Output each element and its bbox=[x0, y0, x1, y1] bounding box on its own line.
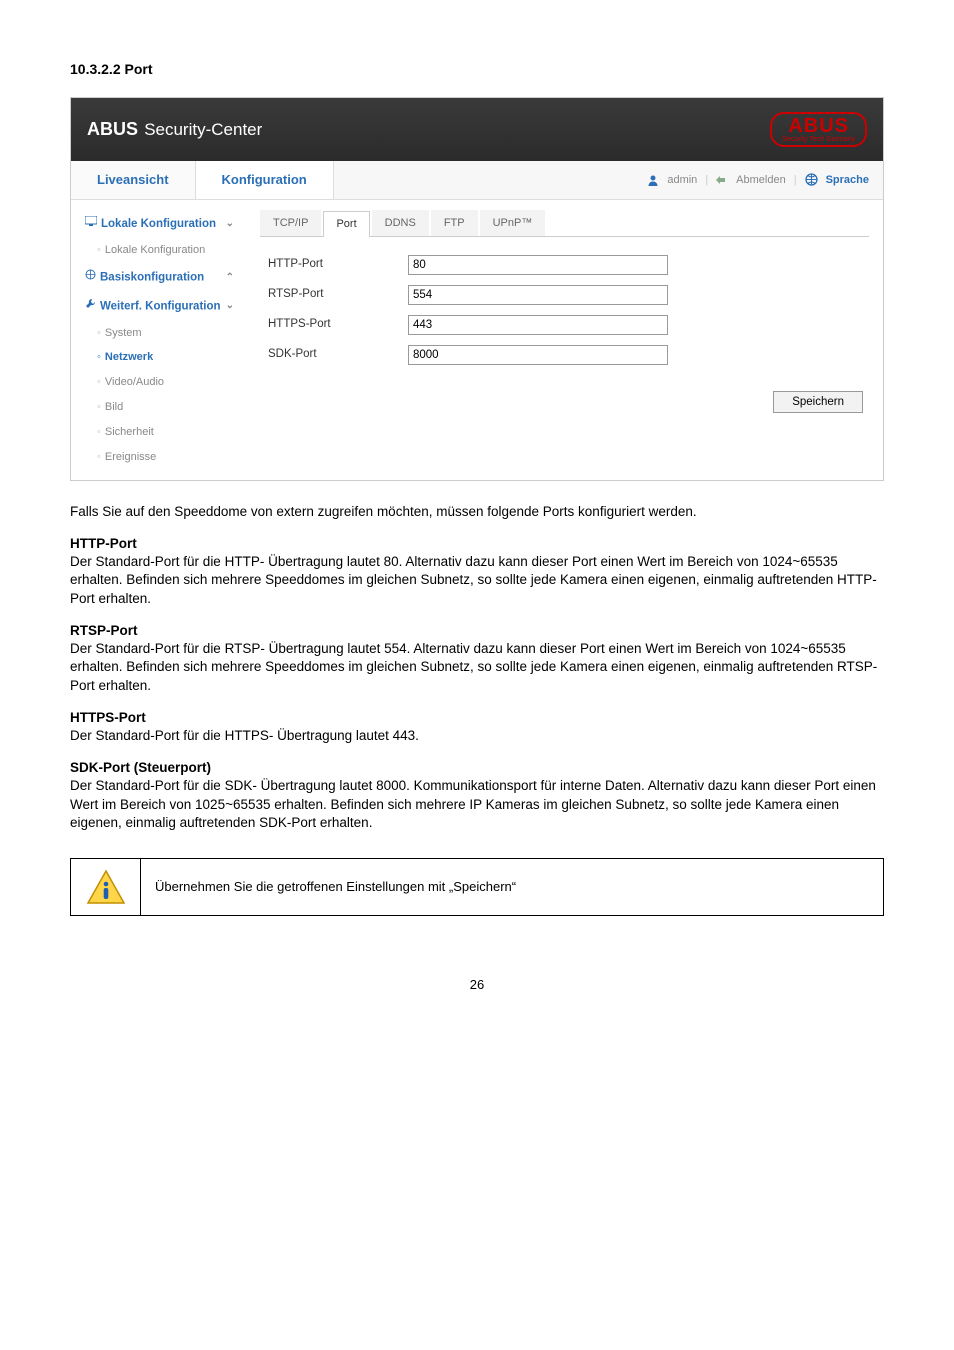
doc-intro: Falls Sie auf den Speeddome von extern z… bbox=[70, 503, 884, 521]
label-https-port: HTTPS-Port bbox=[268, 317, 408, 333]
save-button[interactable]: Speichern bbox=[773, 391, 863, 413]
sidebar-group-label: Basiskonfiguration bbox=[100, 271, 204, 283]
main-panel: TCP/IP Port DDNS FTP UPnP™ HTTP-Port RTS… bbox=[246, 200, 883, 480]
info-icon-cell bbox=[71, 859, 141, 915]
input-http-port[interactable] bbox=[408, 255, 668, 275]
sidebar-item-label: Ereignisse bbox=[105, 451, 156, 463]
input-https-port[interactable] bbox=[408, 315, 668, 335]
language-link[interactable]: Sprache bbox=[826, 173, 869, 188]
chevron-up-icon: ⌃ bbox=[226, 271, 234, 285]
nav-row: Liveansicht Konfiguration admin | Abmeld… bbox=[71, 161, 883, 200]
sidebar-item-label: Sicherheit bbox=[105, 426, 154, 438]
sidebar-item-bild[interactable]: ◦Bild bbox=[79, 395, 240, 420]
doc-sdk-body: Der Standard-Port für die SDK- Übertragu… bbox=[70, 777, 884, 832]
form-row-http: HTTP-Port bbox=[268, 255, 861, 275]
sidebar-item-label: Netzwerk bbox=[105, 351, 153, 363]
sidebar-item-label: System bbox=[105, 327, 142, 339]
globe-icon bbox=[805, 173, 818, 188]
page-number: 26 bbox=[70, 976, 884, 994]
subtab-tcpip[interactable]: TCP/IP bbox=[260, 210, 321, 236]
logout-icon bbox=[716, 173, 728, 188]
separator: | bbox=[705, 173, 708, 188]
subtab-upnp[interactable]: UPnP™ bbox=[480, 210, 546, 236]
sidebar-item-label: Lokale Konfiguration bbox=[105, 244, 205, 256]
chevron-down-icon: ⌄ bbox=[226, 299, 234, 313]
user-label: admin bbox=[667, 173, 697, 188]
subtab-port[interactable]: Port bbox=[323, 211, 369, 237]
tab-konfiguration[interactable]: Konfiguration bbox=[196, 161, 334, 199]
label-rtsp-port: RTSP-Port bbox=[268, 287, 408, 303]
screen-icon bbox=[85, 216, 97, 232]
subtab-ftp[interactable]: FTP bbox=[431, 210, 478, 236]
brand-subtitle: Security-Center bbox=[144, 120, 262, 139]
brand: ABUS Security-Center bbox=[87, 117, 262, 142]
globe-icon bbox=[85, 269, 96, 286]
sidebar-item-videoaudio[interactable]: ◦Video/Audio bbox=[79, 370, 240, 395]
label-http-port: HTTP-Port bbox=[268, 257, 408, 273]
subtab-ddns[interactable]: DDNS bbox=[372, 210, 429, 236]
sidebar-group-label: Lokale Konfiguration bbox=[101, 218, 216, 230]
doc-http-body: Der Standard-Port für die HTTP- Übertrag… bbox=[70, 553, 884, 608]
label-sdk-port: SDK-Port bbox=[268, 347, 408, 363]
sidebar-item-label: Bild bbox=[105, 401, 123, 413]
form-row-sdk: SDK-Port bbox=[268, 345, 861, 365]
doc-rtsp-title: RTSP-Port bbox=[70, 622, 884, 640]
input-rtsp-port[interactable] bbox=[408, 285, 668, 305]
logo-text: ABUS bbox=[782, 116, 855, 136]
app-body: Lokale Konfiguration ⌄ ◦Lokale Konfigura… bbox=[71, 200, 883, 480]
doc-rtsp-body: Der Standard-Port für die RTSP- Übertrag… bbox=[70, 640, 884, 695]
brand-text: ABUS bbox=[87, 119, 138, 139]
sidebar-item-sicherheit[interactable]: ◦Sicherheit bbox=[79, 420, 240, 445]
info-box: Übernehmen Sie die getroffenen Einstellu… bbox=[70, 858, 884, 916]
sidebar-group-basis[interactable]: Basiskonfiguration ⌃ bbox=[79, 263, 240, 292]
tab-liveansicht[interactable]: Liveansicht bbox=[71, 161, 196, 199]
sidebar-item-ereignisse[interactable]: ◦Ereignisse bbox=[79, 445, 240, 470]
sidebar-group-lokale[interactable]: Lokale Konfiguration ⌄ bbox=[79, 210, 240, 238]
sidebar-item-netzwerk[interactable]: ◦Netzwerk bbox=[79, 345, 240, 370]
doc-sdk-title: SDK-Port (Steuerport) bbox=[70, 759, 884, 777]
form-area: HTTP-Port RTSP-Port HTTPS-Port SDK-Port bbox=[260, 237, 869, 383]
app-window: ABUS Security-Center ABUS Security Tech … bbox=[70, 97, 884, 481]
user-icon bbox=[647, 173, 659, 188]
logout-link[interactable]: Abmelden bbox=[736, 173, 786, 188]
subtabs: TCP/IP Port DDNS FTP UPnP™ bbox=[260, 210, 869, 237]
sidebar-item-lokale-konfig[interactable]: ◦Lokale Konfiguration bbox=[79, 238, 240, 263]
separator: | bbox=[794, 173, 797, 188]
doc-http-title: HTTP-Port bbox=[70, 535, 884, 553]
chevron-down-icon: ⌄ bbox=[226, 217, 234, 231]
sidebar-item-label: Video/Audio bbox=[105, 376, 164, 388]
save-row: Speichern bbox=[260, 383, 869, 427]
section-title: 10.3.2.2 Port bbox=[70, 60, 884, 79]
sidebar-group-weiterf[interactable]: Weiterf. Konfiguration ⌄ bbox=[79, 292, 240, 321]
user-strip: admin | Abmelden | Sprache bbox=[633, 161, 883, 199]
wrench-icon bbox=[85, 298, 96, 315]
doc-https-title: HTTPS-Port bbox=[70, 709, 884, 727]
input-sdk-port[interactable] bbox=[408, 345, 668, 365]
sidebar: Lokale Konfiguration ⌄ ◦Lokale Konfigura… bbox=[71, 200, 246, 480]
form-row-https: HTTPS-Port bbox=[268, 315, 861, 335]
sidebar-item-system[interactable]: ◦System bbox=[79, 321, 240, 346]
app-header: ABUS Security-Center ABUS Security Tech … bbox=[71, 98, 883, 161]
logo: ABUS Security Tech Germany bbox=[770, 112, 867, 147]
sidebar-group-label: Weiterf. Konfiguration bbox=[100, 300, 221, 312]
logo-subtitle: Security Tech Germany bbox=[782, 136, 855, 144]
warning-info-icon bbox=[86, 869, 126, 905]
form-row-rtsp: RTSP-Port bbox=[268, 285, 861, 305]
doc-text: Falls Sie auf den Speeddome von extern z… bbox=[70, 503, 884, 832]
info-text: Übernehmen Sie die getroffenen Einstellu… bbox=[141, 859, 883, 915]
nav-tabs: Liveansicht Konfiguration bbox=[71, 161, 334, 199]
doc-https-body: Der Standard-Port für die HTTPS- Übertra… bbox=[70, 727, 884, 745]
